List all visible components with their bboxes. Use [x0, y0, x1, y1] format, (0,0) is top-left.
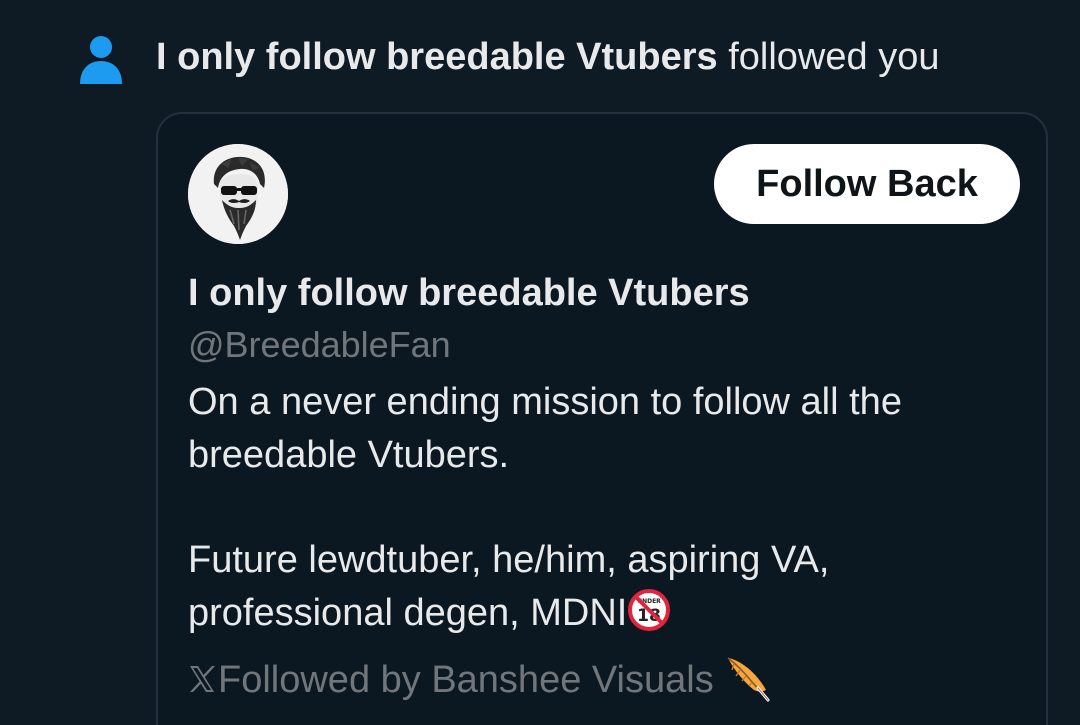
- user-handle[interactable]: @BreedableFan: [188, 324, 451, 366]
- profile-card[interactable]: Follow Back I only follow breedable Vtub…: [156, 112, 1048, 725]
- person-icon: [80, 36, 122, 84]
- bio-paragraph-1: On a never ending mission to follow all …: [188, 381, 902, 476]
- notification-text: I only follow breedable Vtubers followed…: [156, 34, 939, 80]
- notification-page: I only follow breedable Vtubers followed…: [0, 0, 1080, 725]
- avatar[interactable]: [188, 144, 288, 244]
- action-text: followed you: [728, 36, 940, 78]
- follow-back-button[interactable]: Follow Back: [714, 144, 1020, 224]
- bio-paragraph-2-text: Future lewdtuber, he/him, aspiring VA, p…: [188, 539, 830, 634]
- profile-bio: On a never ending mission to follow all …: [188, 376, 1008, 640]
- display-name[interactable]: I only follow breedable Vtubers: [188, 272, 750, 315]
- bearded-man-sunglasses-avatar-icon: [188, 144, 288, 244]
- x-logo-icon: [190, 666, 215, 692]
- actor-name-link[interactable]: I only follow breedable Vtubers: [156, 36, 718, 78]
- feather-icon: [727, 657, 770, 702]
- no-one-under-eighteen-icon: UNDER 18: [628, 589, 671, 631]
- followed-by-text: Followed by Banshee Visuals: [218, 659, 714, 701]
- follow-notification[interactable]: I only follow breedable Vtubers followed…: [0, 0, 1080, 112]
- bio-paragraph-2: Future lewdtuber, he/him, aspiring VA, p…: [188, 534, 1008, 640]
- followed-by-line[interactable]: Followed by Banshee Visuals: [188, 654, 772, 704]
